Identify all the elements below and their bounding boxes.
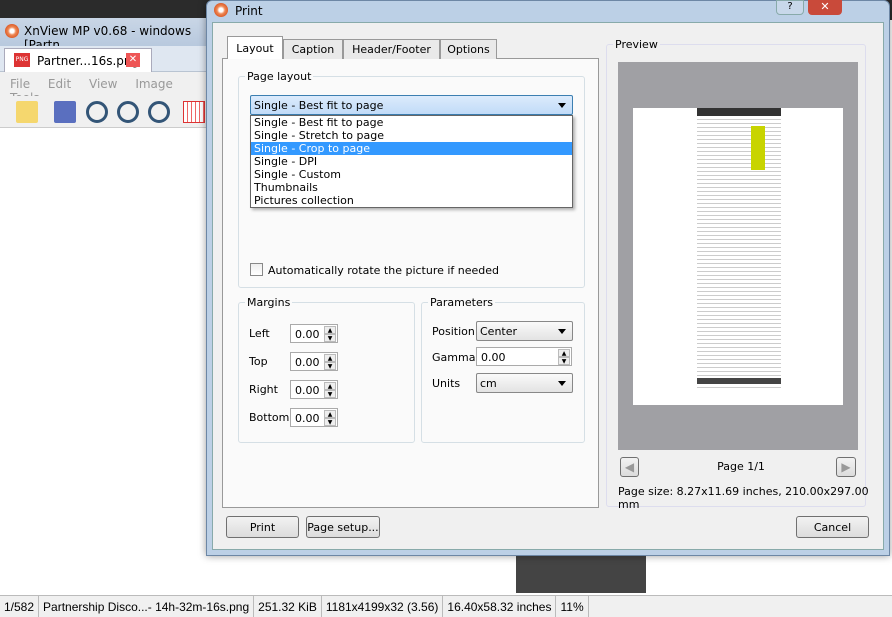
select-value: Center xyxy=(480,325,518,338)
print-button[interactable]: Print xyxy=(226,516,299,538)
spin-up-icon[interactable]: ▲ xyxy=(324,382,336,390)
toolbar xyxy=(0,96,210,128)
position-select[interactable]: Center xyxy=(476,321,573,341)
auto-rotate-label: Automatically rotate the picture if need… xyxy=(268,264,500,277)
status-index: 1/582 xyxy=(0,596,40,617)
arrow-right-icon: ▶ xyxy=(841,460,851,474)
status-dimensions: 1181x4199x32 (3.56) xyxy=(322,596,444,617)
tab-caption[interactable]: Caption xyxy=(283,39,343,59)
gamma-spinbox[interactable]: 0.00 ▲ ▼ xyxy=(476,347,572,366)
png-file-icon: PNG xyxy=(14,53,30,67)
arrow-left-icon: ◀ xyxy=(624,460,635,474)
gamma-label: Gamma xyxy=(432,351,476,364)
spin-value: 0.00 xyxy=(295,384,320,397)
spin-down-icon[interactable]: ▼ xyxy=(324,362,336,370)
main-tabbar: Partner...16s.png PNG ✕ xyxy=(0,46,210,72)
chevron-down-icon xyxy=(558,329,566,338)
spin-up-icon[interactable]: ▲ xyxy=(324,354,336,362)
grid-icon[interactable] xyxy=(183,101,205,123)
margin-bottom-label: Bottom xyxy=(249,411,290,424)
option-crop[interactable]: Single - Crop to page xyxy=(251,142,572,155)
margin-right-spinbox[interactable]: 0.00 ▲ ▼ xyxy=(290,380,338,399)
spin-up-icon[interactable]: ▲ xyxy=(324,410,336,418)
margin-left-label: Left xyxy=(249,327,270,340)
page-layout-select[interactable]: Single - Best fit to page xyxy=(250,95,573,115)
spin-value: 0.00 xyxy=(295,356,320,369)
chevron-down-icon xyxy=(558,103,566,112)
margin-top-label: Top xyxy=(249,355,268,368)
units-label: Units xyxy=(432,377,461,390)
menu-file[interactable]: File xyxy=(10,77,30,91)
print-logo-icon xyxy=(214,3,228,17)
group-label: Page layout xyxy=(245,70,314,83)
group-label: Preview xyxy=(613,38,660,51)
status-bar: 1/582 Partnership Disco...- 14h-32m-16s.… xyxy=(0,595,892,617)
browser-icon[interactable] xyxy=(16,101,38,123)
spin-down-icon[interactable]: ▼ xyxy=(558,357,570,365)
spin-down-icon[interactable]: ▼ xyxy=(324,390,336,398)
margin-bottom-spinbox[interactable]: 0.00 ▲ ▼ xyxy=(290,408,338,427)
next-page-button[interactable]: ▶ xyxy=(836,457,856,477)
menu-image[interactable]: Image xyxy=(135,77,173,91)
zoom-in-icon[interactable] xyxy=(86,101,108,123)
page-setup-button[interactable]: Page setup... xyxy=(306,516,380,538)
main-window-title: XnView MP v0.68 - windows [Partn xyxy=(0,18,210,52)
prev-page-button[interactable]: ◀ xyxy=(620,457,639,477)
option-dpi[interactable]: Single - DPI xyxy=(251,155,572,168)
auto-rotate-checkbox[interactable] xyxy=(250,263,263,276)
close-button[interactable]: ✕ xyxy=(808,0,842,15)
margin-top-spinbox[interactable]: 0.00 ▲ ▼ xyxy=(290,352,338,371)
help-button[interactable]: ? xyxy=(776,0,804,15)
tab-header-footer[interactable]: Header/Footer xyxy=(343,39,440,59)
status-filesize: 251.32 KiB xyxy=(254,596,322,617)
cancel-button[interactable]: Cancel xyxy=(796,516,869,538)
status-zoom: 11% xyxy=(556,596,589,617)
margin-right-label: Right xyxy=(249,383,278,396)
menu-edit[interactable]: Edit xyxy=(48,77,71,91)
group-label: Margins xyxy=(245,296,293,309)
select-value: cm xyxy=(480,377,497,390)
margin-left-spinbox[interactable]: 0.00 ▲ ▼ xyxy=(290,324,338,343)
zoom-out-icon[interactable] xyxy=(148,101,170,123)
option-custom[interactable]: Single - Custom xyxy=(251,168,572,181)
chevron-down-icon xyxy=(558,381,566,390)
save-icon[interactable] xyxy=(54,101,76,123)
tab-options[interactable]: Options xyxy=(440,39,497,59)
option-pictures-collection[interactable]: Pictures collection xyxy=(251,194,572,207)
menu-bar: File Edit View Image Tools xyxy=(0,72,210,105)
group-label: Parameters xyxy=(428,296,495,309)
zoom-actual-icon[interactable] xyxy=(117,101,139,123)
status-filename: Partnership Disco...- 14h-32m-16s.png xyxy=(39,596,255,617)
spin-up-icon[interactable]: ▲ xyxy=(558,349,570,357)
option-thumbnails[interactable]: Thumbnails xyxy=(251,181,572,194)
page-size-label: Page size: 8.27x11.69 inches, 210.00x297… xyxy=(618,485,869,511)
position-label: Position xyxy=(432,325,475,338)
tab-label: Partner...16s.png xyxy=(37,54,140,68)
spin-value: 0.00 xyxy=(481,351,506,364)
xnview-logo-icon xyxy=(5,24,19,38)
dialog-title: Print xyxy=(235,4,263,18)
spin-value: 0.00 xyxy=(295,412,320,425)
menu-view[interactable]: View xyxy=(89,77,117,91)
units-select[interactable]: cm xyxy=(476,373,573,393)
close-tab-icon[interactable]: ✕ xyxy=(126,53,140,67)
spin-value: 0.00 xyxy=(295,328,320,341)
page-indicator: Page 1/1 xyxy=(717,460,765,473)
preview-image xyxy=(697,108,781,390)
tab-layout[interactable]: Layout xyxy=(227,36,283,59)
option-stretch[interactable]: Single - Stretch to page xyxy=(251,129,572,142)
spin-down-icon[interactable]: ▼ xyxy=(324,334,336,342)
spin-up-icon[interactable]: ▲ xyxy=(324,326,336,334)
page-layout-dropdown: Single - Best fit to page Single - Stret… xyxy=(250,115,573,208)
select-value: Single - Best fit to page xyxy=(254,99,384,112)
option-best-fit[interactable]: Single - Best fit to page xyxy=(251,116,572,129)
spin-down-icon[interactable]: ▼ xyxy=(324,418,336,426)
status-print-size: 16.40x58.32 inches xyxy=(443,596,557,617)
